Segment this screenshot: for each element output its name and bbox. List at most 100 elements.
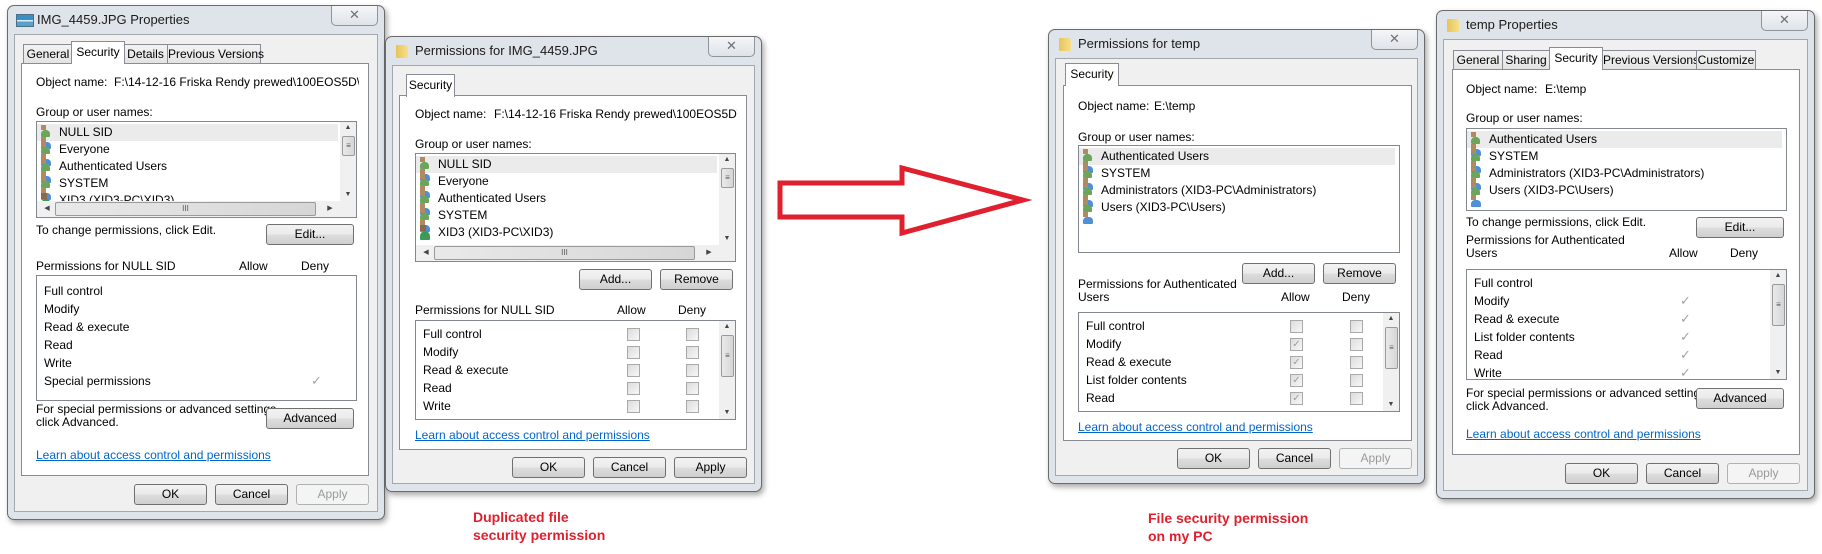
close-icon[interactable]: ✕ [708,37,755,57]
allow-checkbox[interactable] [627,382,640,395]
user-list-vscroll[interactable]: ▲ ▼ ≡ [719,154,735,245]
scroll-up-icon[interactable]: ▲ [719,154,735,166]
user-list-item[interactable]: SYSTEM [37,175,338,200]
user-list-item[interactable]: Authenticated Users [1467,131,1782,156]
learn-access-control-link[interactable]: Learn about access control and permissio… [1466,427,1701,441]
tab-security[interactable]: Security [1065,63,1119,86]
allow-checkbox[interactable]: ✓ [1290,356,1303,369]
hscroll-thumb[interactable]: III [434,246,695,260]
ok-button[interactable]: OK [134,484,207,505]
scroll-thumb[interactable]: ≡ [1385,327,1398,369]
cancel-button[interactable]: Cancel [1258,448,1331,469]
scroll-down-icon[interactable]: ▼ [1383,399,1399,411]
cancel-button[interactable]: Cancel [1646,463,1719,484]
user-list[interactable]: NULL SID Everyone Authenticated Users SYSTE… [415,153,736,262]
user-list-item[interactable]: Administrators (XID3-PC\Administrators) [1079,182,1395,207]
scroll-right-icon[interactable]: ▶ [701,247,717,259]
scroll-thumb[interactable]: ≡ [721,168,734,188]
remove-button[interactable]: Remove [660,269,733,290]
ok-button[interactable]: OK [1565,463,1638,484]
tab-security[interactable]: Security [406,74,455,97]
advanced-button[interactable]: Advanced [1696,388,1784,409]
tab-details[interactable]: Details [123,44,168,63]
user-list-item[interactable]: Authenticated Users [416,190,717,215]
tab-previous-versions[interactable]: Previous Versions [167,44,264,63]
edit-button[interactable]: Edit... [1696,217,1784,238]
deny-checkbox[interactable] [1350,356,1363,369]
apply-button[interactable]: Apply [674,457,747,478]
advanced-button[interactable]: Advanced [266,408,354,429]
tab-security[interactable]: Security [71,41,125,64]
tab-general[interactable]: General [1453,50,1503,69]
tab-customize[interactable]: Customize [1696,50,1756,69]
ok-button[interactable]: OK [512,457,585,478]
permissions-vscroll[interactable]: ▲ ▼ ≡ [1770,270,1786,379]
allow-checkbox[interactable]: ✓ [1290,392,1303,405]
user-list[interactable]: NULL SID Everyone Authenticated Users SYSTE… [36,121,357,218]
user-list-item[interactable]: NULL SID [37,124,338,149]
apply-button[interactable]: Apply [1727,463,1800,484]
allow-checkbox[interactable] [627,328,640,341]
ok-button[interactable]: OK [1177,448,1250,469]
user-list-item[interactable]: Users (XID3-PC\Users) [1467,182,1782,207]
scroll-down-icon[interactable]: ▼ [1770,367,1786,379]
scroll-down-icon[interactable]: ▼ [719,407,735,419]
scroll-up-icon[interactable]: ▲ [1383,313,1399,325]
permissions-list[interactable]: Full control Modify Read & execute Read Writ… [36,275,357,401]
tab-sharing[interactable]: Sharing [1502,50,1550,69]
scroll-left-icon[interactable]: ◀ [39,203,55,215]
permissions-list[interactable]: Full control Modify Read & execute Read Writ… [415,320,736,420]
close-icon[interactable]: ✕ [1761,11,1808,31]
apply-button[interactable]: Apply [1339,448,1412,469]
scroll-up-icon[interactable]: ▲ [719,321,735,333]
cancel-button[interactable]: Cancel [593,457,666,478]
learn-access-control-link[interactable]: Learn about access control and permissio… [415,428,650,442]
user-list-item[interactable]: Administrators (XID3-PC\Administrators) [1467,165,1782,190]
deny-checkbox[interactable] [686,382,699,395]
add-button[interactable]: Add... [579,269,652,290]
permissions-vscroll[interactable]: ▲ ▼ ≡ [719,321,735,419]
remove-button[interactable]: Remove [1323,263,1396,284]
user-list-item[interactable]: Everyone [416,173,717,198]
deny-checkbox[interactable] [1350,392,1363,405]
user-list-item[interactable]: Users (XID3-PC\Users) [1079,199,1395,224]
user-list-vscroll[interactable]: ▲ ▼ ≡ [340,122,356,201]
permissions-list[interactable]: Full control Modify ✓ Read & execute ✓ List f… [1466,269,1787,380]
hscroll-thumb[interactable]: III [55,202,316,216]
user-list-item[interactable]: NULL SID [416,156,717,181]
learn-access-control-link[interactable]: Learn about access control and permissio… [1078,420,1313,434]
allow-checkbox[interactable]: ✓ [1290,338,1303,351]
allow-checkbox[interactable]: ✓ [1290,374,1303,387]
tab-previous-versions[interactable]: Previous Versions [1602,50,1699,69]
deny-checkbox[interactable] [686,400,699,413]
user-list[interactable]: Authenticated Users SYSTEM Administrators … [1078,145,1400,253]
user-list-item[interactable]: Everyone [37,141,338,166]
user-list-item[interactable]: SYSTEM [1079,165,1395,190]
edit-button[interactable]: Edit... [266,224,354,245]
scroll-right-icon[interactable]: ▶ [322,203,338,215]
user-list-item[interactable]: XID3 (XID3-PC\XID3) [416,224,717,241]
allow-checkbox[interactable] [627,400,640,413]
deny-checkbox[interactable] [1350,338,1363,351]
deny-checkbox[interactable] [686,328,699,341]
scroll-thumb[interactable]: ≡ [342,136,355,156]
allow-checkbox[interactable] [1290,320,1303,333]
add-button[interactable]: Add... [1242,263,1315,284]
scroll-down-icon[interactable]: ▼ [719,233,735,245]
permissions-list[interactable]: Full control Modify ✓ Read & execute ✓ List f… [1078,312,1400,412]
scroll-left-icon[interactable]: ◀ [418,247,434,259]
learn-access-control-link[interactable]: Learn about access control and permissio… [36,448,271,462]
user-list[interactable]: Authenticated Users SYSTEM Administrators … [1466,128,1787,211]
tab-general[interactable]: General [23,44,73,63]
user-list-item[interactable]: Authenticated Users [37,158,338,183]
user-list-item[interactable]: Authenticated Users [1079,148,1395,173]
scroll-thumb[interactable]: ≡ [721,335,734,377]
user-list-item[interactable]: SYSTEM [1467,148,1782,173]
apply-button[interactable]: Apply [296,484,369,505]
close-icon[interactable]: ✕ [331,6,378,26]
scroll-thumb[interactable]: ≡ [1772,284,1785,326]
user-list-item[interactable]: SYSTEM [416,207,717,232]
scroll-up-icon[interactable]: ▲ [340,122,356,134]
cancel-button[interactable]: Cancel [215,484,288,505]
permissions-vscroll[interactable]: ▲ ▼ ≡ [1383,313,1399,411]
